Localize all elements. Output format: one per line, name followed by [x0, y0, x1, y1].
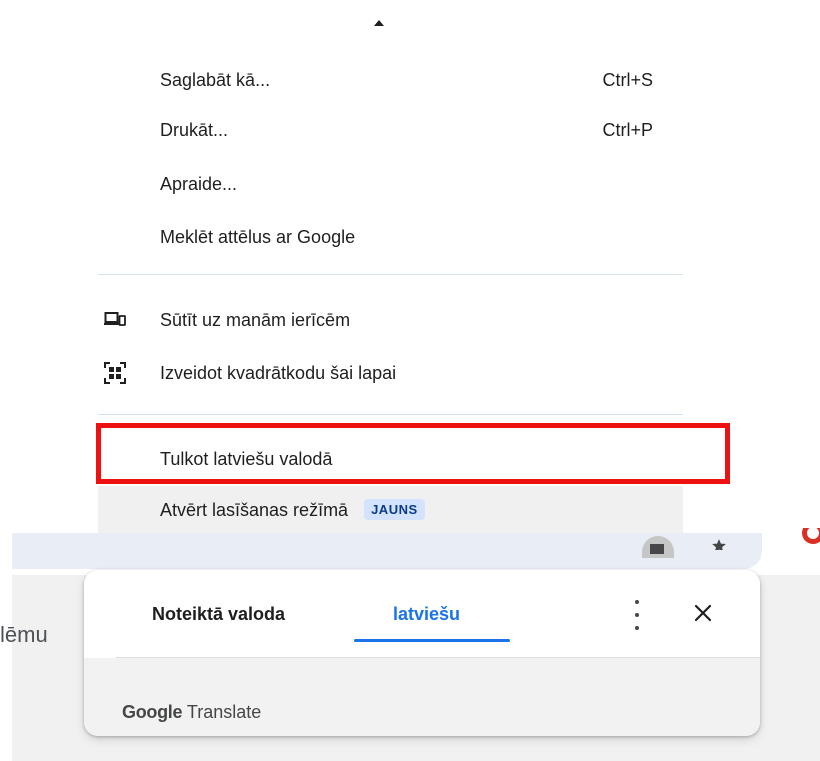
menu-item-label: Drukāt...: [160, 119, 229, 140]
menu-item-open-reading-mode[interactable]: Atvērt lasīšanas režīmā JAUNS: [98, 486, 683, 534]
screen: Saglabāt kā... Ctrl+S Drukāt... Ctrl+P A…: [0, 0, 820, 761]
bookmark-star-icon[interactable]: [708, 534, 730, 550]
selected-tab-indicator: [354, 639, 510, 642]
brand-google: Google: [122, 702, 183, 722]
menu-item-label: Atvērt lasīšanas režīmā JAUNS: [160, 499, 425, 521]
brand-translate: Translate: [186, 702, 262, 722]
menu-caret-icon: [374, 20, 384, 26]
google-translate-logo: Google Translate: [122, 702, 261, 723]
menu-item-send-to-devices[interactable]: Sūtīt uz manām ierīcēm: [98, 296, 683, 344]
new-badge: JAUNS: [364, 499, 425, 520]
translate-popup: Noteiktā valoda latviešu Google Translat…: [84, 570, 760, 736]
translate-popup-footer: Google Translate: [84, 658, 760, 736]
menu-item-search-images-google[interactable]: Meklēt attēlus ar Google: [98, 213, 683, 261]
menu-item-shortcut: Ctrl+S: [602, 69, 653, 90]
page-text-fragment: lēmu: [0, 622, 48, 647]
menu-item-label: Izveidot kvadrātkodu šai lapai: [160, 362, 397, 383]
menu-item-print[interactable]: Drukāt... Ctrl+P: [98, 106, 683, 154]
menu-item-label-text: Atvērt lasīšanas režīmā: [160, 500, 349, 520]
tab-latvian[interactable]: latviešu: [393, 604, 460, 625]
menu-item-create-qr-code[interactable]: Izveidot kvadrātkodu šai lapai: [98, 349, 683, 397]
menu-item-shortcut: Ctrl+P: [602, 119, 653, 140]
highlight-box: [96, 423, 730, 484]
tab-detected-language[interactable]: Noteiktā valoda: [152, 604, 285, 625]
menu-item-label: Meklēt attēlus ar Google: [160, 226, 356, 247]
close-icon[interactable]: [692, 602, 714, 624]
menu-item-cast[interactable]: Apraide...: [98, 160, 683, 208]
menu-item-label: Saglabāt kā...: [160, 69, 271, 90]
menu-item-label: Apraide...: [160, 173, 238, 194]
translate-tabs: Noteiktā valoda latviešu: [84, 570, 760, 658]
menu-item-label: Sūtīt uz manām ierīcēm: [160, 309, 351, 330]
profile-avatar-fragment[interactable]: [800, 528, 820, 550]
menu-divider: [98, 274, 683, 275]
more-options-icon[interactable]: [630, 600, 644, 630]
devices-icon: [104, 309, 126, 331]
menu-divider: [98, 414, 683, 415]
qr-code-icon: [104, 362, 126, 384]
menu-item-save-as[interactable]: Saglabāt kā... Ctrl+S: [98, 56, 683, 104]
